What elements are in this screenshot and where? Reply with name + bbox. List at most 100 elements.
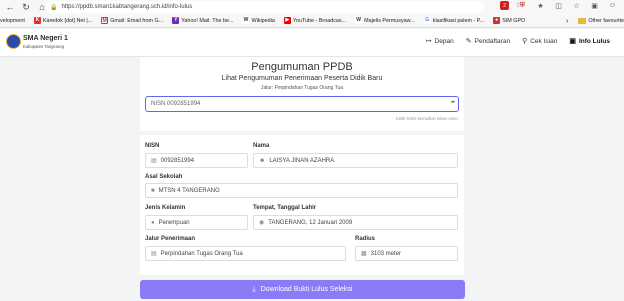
- clipboard-icon: ✎: [465, 38, 472, 45]
- nav-label: Info Lulus: [578, 37, 610, 45]
- bookmark-item[interactable]: W Majelis Permusyaw...: [355, 17, 415, 24]
- lock-icon: 🔒: [50, 4, 58, 11]
- page-title: Pengumuman PPDB: [251, 61, 353, 73]
- jenis-kelamin-label: Jenis Kelamin: [145, 205, 186, 211]
- sim-gpo-icon: ●: [493, 17, 501, 24]
- bookmark-item[interactable]: ▶ YouTube - Broadcas...: [283, 17, 347, 24]
- radius-label: Radius: [355, 236, 376, 242]
- site-header: SMA Negeri 1 Kabupaten Tangerang ↦ Depan …: [0, 29, 624, 57]
- reload-icon[interactable]: ↻: [20, 1, 32, 13]
- chevron-right-icon[interactable]: ›: [566, 18, 568, 25]
- school-logo[interactable]: [6, 34, 21, 49]
- bookmark-label: Gmail: Email from G...: [110, 17, 164, 24]
- nav-label: Depan: [434, 37, 454, 45]
- page-subtitle: Lihat Pengumuman Penerimaan Peserta Didi…: [221, 75, 383, 82]
- nav-depan[interactable]: ↦ Depan: [425, 37, 454, 46]
- search-icon: ⚲: [522, 38, 528, 45]
- search-hint: Ketik NISN kemudian tekan enter: [396, 116, 458, 121]
- bookmark-label: YouTube - Broadcas...: [292, 17, 347, 24]
- building-icon: ■: [151, 187, 155, 194]
- download-icon: ⤓: [252, 285, 256, 293]
- youtube-icon: ▶: [283, 17, 291, 24]
- location-icon: ◉: [259, 220, 265, 226]
- ttl-value: TANGERANG, 12 Januari 2009: [268, 219, 353, 226]
- asal-sekolah-field: ■ MTSN 4 TANGERANG: [145, 183, 458, 198]
- bookmark-item[interactable]: W Wikipedia: [242, 17, 275, 24]
- gmail-icon: M: [101, 17, 109, 24]
- user-icon: ☻: [259, 157, 266, 164]
- asal-sekolah-label: Asal Sekolah: [145, 174, 183, 180]
- split-screen-icon[interactable]: ◫: [554, 1, 563, 10]
- bookmark-label: Yahoo! Mail: The be...: [181, 17, 234, 24]
- bookmark-label: velopment: [0, 17, 25, 24]
- extension-icon[interactable]: 2: [500, 1, 509, 10]
- radius-field: ▩ 3103 meter: [355, 246, 458, 261]
- info-icon: ▣: [569, 38, 576, 45]
- jalur-info: Jalur: Perpindahan Tugas Orang Tua: [261, 85, 343, 91]
- nisn-label: NISN: [145, 143, 160, 149]
- nav-pendaftaran[interactable]: ✎ Pendaftaran: [465, 37, 511, 46]
- login-icon: ↦: [425, 38, 432, 45]
- nav-info-lulus[interactable]: ▣ Info Lulus: [569, 37, 610, 46]
- school-subtitle: Kabupaten Tangerang: [23, 44, 65, 49]
- wikipedia-icon: W: [242, 17, 250, 24]
- bookmark-label: Karedok [dot] Net |...: [42, 17, 93, 24]
- school-name[interactable]: SMA Negeri 1: [23, 35, 68, 42]
- bookmark-label: SIM GPO: [502, 17, 526, 24]
- ttl-field: ◉ TANGERANG, 12 Januari 2009: [253, 215, 458, 230]
- gender-icon: ●: [151, 219, 155, 226]
- route-icon: ▤: [151, 251, 157, 257]
- download-label: Download Bukti Lulus Seleksi: [260, 286, 353, 293]
- other-favourites[interactable]: Other favourite: [588, 18, 624, 24]
- map-icon: ▩: [361, 251, 367, 257]
- nama-value: LAISYA JINAN AZAHRA: [269, 157, 335, 164]
- back-icon[interactable]: ←: [4, 1, 16, 13]
- jalur-penerimaan-label: Jalur Penerimaan: [145, 236, 196, 242]
- bookmark-item[interactable]: velopment: [0, 18, 25, 24]
- bookmark-label: Majelis Permusyaw...: [364, 17, 415, 24]
- nama-label: Nama: [253, 143, 270, 149]
- bookmark-label: Wikipedia: [251, 17, 275, 24]
- karedok-icon: K: [33, 17, 41, 24]
- yahoo-icon: Y: [172, 17, 180, 24]
- download-button[interactable]: ⤓ Download Bukti Lulus Seleksi: [140, 280, 465, 299]
- folder-icon: [578, 18, 587, 24]
- nav-label: Cek Isian: [530, 37, 558, 45]
- bookmark-item[interactable]: Gklasifikasi palem - P...: [423, 17, 485, 24]
- extensions-icon[interactable]: ★: [536, 1, 545, 10]
- nisn-search-input[interactable]: NISN 0092851994 •••: [145, 96, 459, 112]
- bookmark-item[interactable]: Y Yahoo! Mail: The be...: [172, 17, 233, 24]
- favorites-icon[interactable]: ☆: [572, 1, 581, 10]
- shield-icon[interactable]: ⛨: [518, 1, 527, 10]
- jenis-kelamin-field: ● Perempuan: [145, 215, 248, 230]
- profile-icon[interactable]: ☺: [608, 1, 617, 10]
- search-card: Pengumuman PPDB Lihat Pengumuman Penerim…: [140, 57, 464, 131]
- ttl-label: Tempat, Tanggal Lahir: [253, 205, 317, 211]
- nisn-search-value: NISN 0092851994: [151, 101, 201, 107]
- more-icon[interactable]: •••: [451, 100, 455, 106]
- bookmark-item[interactable]: ● SIM GPO: [493, 17, 525, 24]
- result-card: NISN ▤ 0092851994 Nama ☻ LAISYA JINAN AZ…: [140, 135, 464, 275]
- nav-label: Pendaftaran: [474, 37, 511, 45]
- bookmark-item[interactable]: M Gmail: Email from G...: [101, 17, 163, 24]
- radius-value: 3103 meter: [370, 250, 402, 257]
- asal-sekolah-value: MTSN 4 TANGERANG: [158, 187, 220, 194]
- address-bar[interactable]: 🔒 https://ppdb.sman1kabtangerang.sch.id/…: [46, 1, 484, 13]
- wikipedia-icon: W: [355, 17, 363, 24]
- main-nav: ↦ Depan ✎ Pendaftaran ⚲ Cek Isian ▣ Info Lul…: [425, 37, 610, 46]
- bookmark-label: klasifikasi palem - P...: [432, 17, 485, 24]
- url-text: https://ppdb.sman1kabtangerang.sch.id/in…: [61, 4, 193, 10]
- jalur-penerimaan-value: Perpindahan Tugas Orang Tua: [160, 250, 243, 257]
- jenis-kelamin-value: Perempuan: [158, 219, 190, 226]
- jalur-penerimaan-field: ▤ Perpindahan Tugas Orang Tua: [145, 246, 346, 261]
- nav-cek-isian[interactable]: ⚲ Cek Isian: [522, 37, 558, 46]
- id-card-icon: ▤: [151, 158, 157, 164]
- browser-toolbar: ← ↻ ⌂ 🔒 https://ppdb.sman1kabtangerang.s…: [0, 0, 624, 14]
- bookmarks-bar: velopment K Karedok [dot] Net |... M Gmail…: [0, 14, 624, 28]
- nisn-field: ▤ 0092851994: [145, 153, 248, 168]
- collections-icon[interactable]: ▣: [590, 1, 599, 10]
- nisn-value: 0092851994: [160, 157, 195, 164]
- bookmark-item[interactable]: K Karedok [dot] Net |...: [33, 17, 93, 24]
- nama-field: ☻ LAISYA JINAN AZAHRA: [253, 153, 458, 168]
- google-icon: G: [423, 17, 431, 24]
